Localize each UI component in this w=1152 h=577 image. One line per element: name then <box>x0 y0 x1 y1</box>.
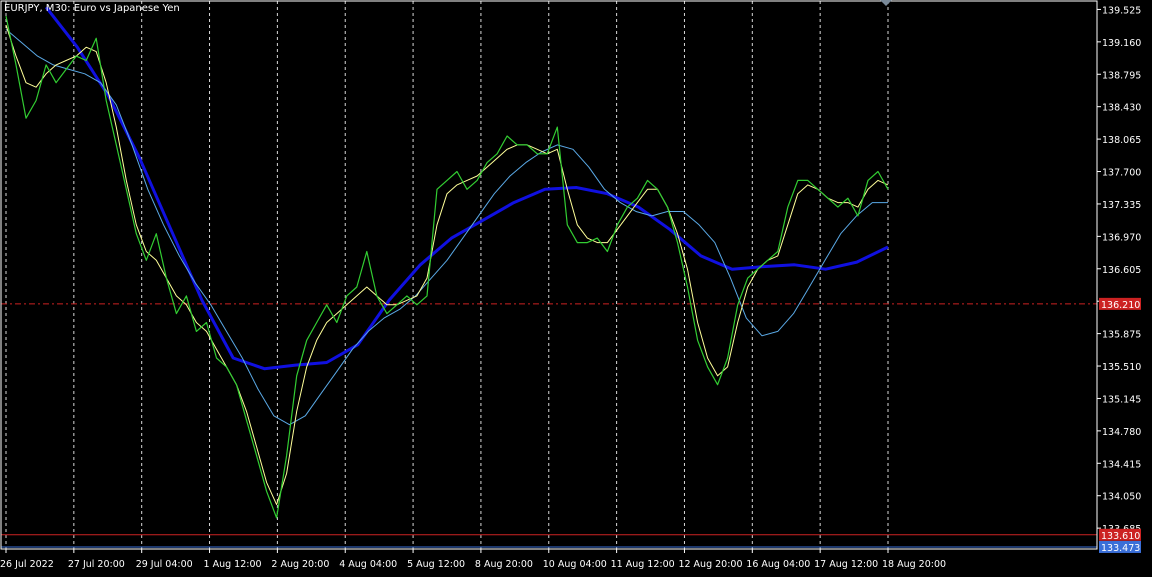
y-tick-label: 138.795 <box>1102 70 1141 81</box>
x-tick-label: 18 Aug 20:00 <box>882 559 946 570</box>
x-tick-label: 2 Aug 20:00 <box>271 559 329 570</box>
x-tick-label: 4 Aug 04:00 <box>339 559 397 570</box>
symbol-title: EURJPY, M30: Euro vs Japanese Yen <box>4 3 180 14</box>
blue-level-badge-label: 133.473 <box>1101 543 1140 554</box>
y-tick-label: 135.875 <box>1102 330 1141 341</box>
x-tick-label: 12 Aug 20:00 <box>678 559 742 570</box>
y-tick-label: 138.065 <box>1102 135 1141 146</box>
x-tick-label: 29 Jul 04:00 <box>136 559 193 570</box>
chart-background <box>0 0 1152 573</box>
x-tick-label: 11 Aug 12:00 <box>611 559 675 570</box>
x-tick-label: 8 Aug 20:00 <box>475 559 533 570</box>
x-tick-label: 16 Aug 04:00 <box>746 559 810 570</box>
y-tick-label: 138.430 <box>1102 103 1141 114</box>
red-level-badge-label: 133.610 <box>1101 531 1140 542</box>
y-tick-label: 134.415 <box>1102 459 1141 470</box>
y-tick-label: 135.145 <box>1102 394 1141 405</box>
x-tick-label: 26 Jul 2022 <box>0 559 54 570</box>
y-tick-label: 137.335 <box>1102 200 1141 211</box>
y-tick-label: 134.780 <box>1102 427 1141 438</box>
chart-canvas[interactable]: 139.525 139.160 138.795 138.430 138.065 137.7… <box>0 0 1152 573</box>
y-tick-label: 137.700 <box>1102 168 1141 179</box>
x-tick-label: 5 Aug 12:00 <box>407 559 465 570</box>
price-chart[interactable]: 139.525 139.160 138.795 138.430 138.065 137.7… <box>0 0 1152 573</box>
y-tick-label: 136.970 <box>1102 232 1141 243</box>
current-price-badge-label: 136.210 <box>1101 300 1140 311</box>
y-tick-label: 134.050 <box>1102 492 1141 503</box>
y-tick-label: 136.605 <box>1102 265 1141 276</box>
y-tick-label: 139.160 <box>1102 38 1141 49</box>
x-tick-label: 27 Jul 20:00 <box>68 559 125 570</box>
y-tick-label: 135.510 <box>1102 362 1141 373</box>
y-tick-label: 139.525 <box>1102 5 1141 16</box>
x-tick-label: 1 Aug 12:00 <box>204 559 262 570</box>
x-tick-label: 10 Aug 04:00 <box>543 559 607 570</box>
x-tick-label: 17 Aug 12:00 <box>814 559 878 570</box>
